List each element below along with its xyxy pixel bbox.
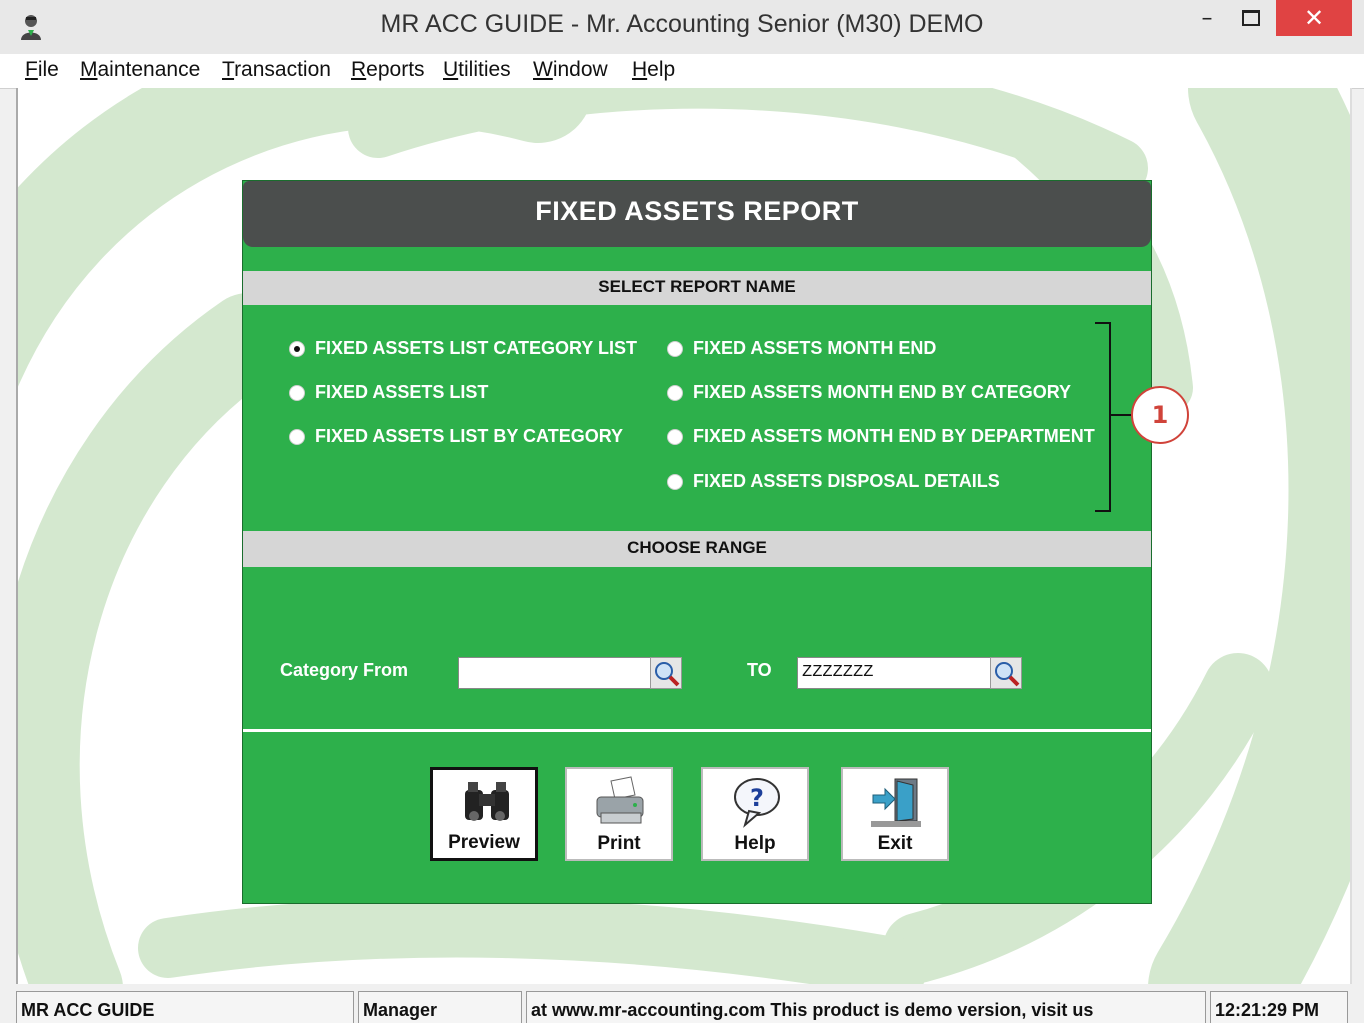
menu-maintenance[interactable]: Maintenance [80,58,200,82]
magnifier-icon [995,662,1020,687]
radio-fixed-assets-month-end[interactable]: FIXED ASSETS MONTH END [667,338,936,359]
to-label: TO [747,660,772,680]
exit-button[interactable]: Exit [841,767,949,861]
radio-fixed-assets-list-category-list[interactable]: FIXED ASSETS LIST CATEGORY LIST [289,338,637,359]
radio-fixed-assets-month-end-by-department[interactable]: FIXED ASSETS MONTH END BY DEPARTMENT [667,426,1095,447]
magnifier-icon [655,662,680,687]
help-label: Help [734,833,776,854]
annotation-bracket [1095,322,1111,512]
printer-icon [596,776,644,824]
print-button[interactable]: Print [565,767,673,861]
minimize-button[interactable]: – [1186,0,1228,36]
binoculars-icon [465,782,509,821]
maximize-icon [1242,10,1260,26]
radio-label: FIXED ASSETS LIST BY CATEGORY [315,426,624,446]
status-bar: MR ACC GUIDE Manager at www.mr-accountin… [16,988,1348,1023]
close-button[interactable]: ✕ [1276,0,1352,36]
separator-line [243,729,1151,732]
radio-unchecked-icon [667,340,683,357]
radio-unchecked-icon [667,428,683,445]
exit-door-icon [871,778,921,827]
section-choose-range: CHOOSE RANGE [243,531,1151,567]
radio-fixed-assets-month-end-by-category[interactable]: FIXED ASSETS MONTH END BY CATEGORY [667,382,1071,403]
menu-reports[interactable]: Reports [351,58,425,82]
status-time: 12:21:29 PM [1210,991,1348,1023]
radio-unchecked-icon [667,473,683,490]
radio-unchecked-icon [667,384,683,401]
radio-unchecked-icon [289,428,305,445]
radio-label: FIXED ASSETS LIST CATEGORY LIST [315,338,638,358]
radio-label: FIXED ASSETS MONTH END BY CATEGORY [693,382,1072,402]
radio-label: FIXED ASSETS LIST [315,382,489,402]
category-from-label: Category From [280,660,409,680]
help-icon: ? [734,778,780,828]
category-to-lookup-button[interactable] [990,657,1022,689]
radio-label: FIXED ASSETS MONTH END BY DEPARTMENT [693,426,1095,446]
menu-utilities[interactable]: Utilities [443,58,511,82]
category-to-input[interactable]: ZZZZZZZ [797,657,991,689]
status-message: at www.mr-accounting.com This product is… [526,991,1206,1023]
menu-window[interactable]: Window [533,58,608,82]
status-user: Manager [358,991,522,1023]
print-label: Print [597,833,641,854]
callout-number: 1 [1131,386,1189,444]
menu-file[interactable]: File [25,58,59,82]
radio-checked-icon [289,340,305,357]
menu-bar: File Maintenance Transaction Reports Uti… [0,54,1364,89]
radio-fixed-assets-list-by-category[interactable]: FIXED ASSETS LIST BY CATEGORY [289,426,623,447]
radio-unchecked-icon [289,384,305,401]
radio-label: FIXED ASSETS DISPOSAL DETAILS [693,471,1000,491]
section-select-report: SELECT REPORT NAME [243,271,1151,305]
menu-transaction[interactable]: Transaction [222,58,331,82]
status-app-name: MR ACC GUIDE [16,991,354,1023]
maximize-button[interactable] [1230,0,1272,36]
fixed-assets-report-dialog: FIXED ASSETS REPORT SELECT REPORT NAME F… [242,180,1189,904]
category-from-input[interactable] [458,657,652,689]
menu-help[interactable]: Help [632,58,675,82]
help-button[interactable]: ? Help [701,767,809,861]
radio-fixed-assets-disposal-details[interactable]: FIXED ASSETS DISPOSAL DETAILS [667,471,1000,492]
svg-text:?: ? [750,784,764,812]
radio-fixed-assets-list[interactable]: FIXED ASSETS LIST [289,382,488,403]
exit-label: Exit [877,833,913,854]
title-bar: MR ACC GUIDE - Mr. Accounting Senior (M3… [0,0,1364,55]
preview-button[interactable]: Preview [430,767,538,861]
radio-label: FIXED ASSETS MONTH END [693,338,937,358]
category-from-lookup-button[interactable] [650,657,682,689]
window-title: MR ACC GUIDE - Mr. Accounting Senior (M3… [380,10,984,38]
annotation-bracket-tick [1109,414,1131,416]
dialog-title: FIXED ASSETS REPORT [243,181,1151,247]
preview-label: Preview [448,832,520,853]
